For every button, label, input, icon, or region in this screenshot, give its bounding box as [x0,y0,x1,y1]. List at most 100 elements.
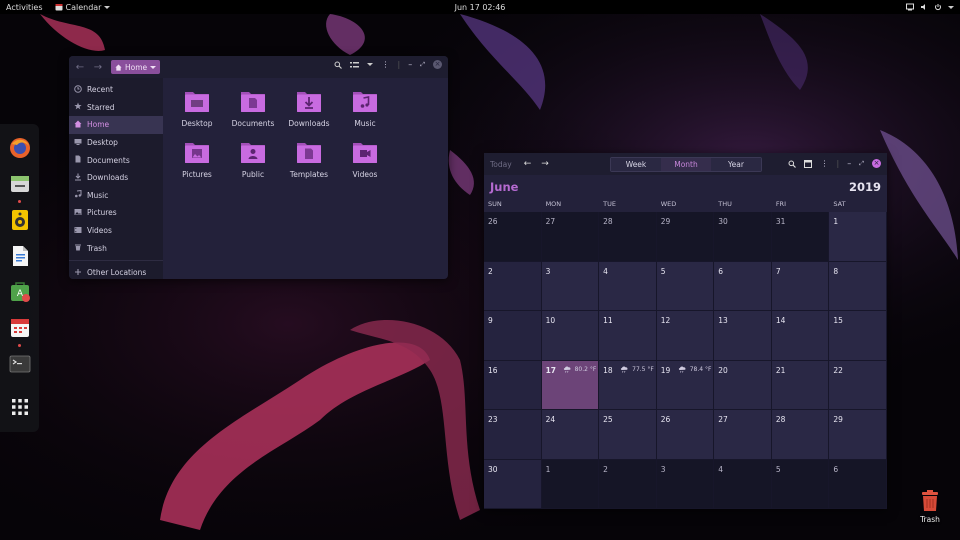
minimize-icon[interactable]: – [408,60,412,69]
previous-button[interactable]: ← [524,159,532,169]
system-tray[interactable] [906,3,954,11]
folder-templates[interactable]: Templates [281,139,337,190]
minimize-icon[interactable]: – [847,159,851,168]
day-cell[interactable]: 1 [829,212,887,262]
day-cell[interactable]: 28 [599,212,657,262]
activities-button[interactable]: Activities [6,3,43,12]
tab-month[interactable]: Month [661,158,711,171]
menu-icon[interactable]: ⋮ [381,60,389,69]
day-cell[interactable]: 6 [714,261,772,311]
dock-calendar[interactable] [5,313,35,347]
day-cell[interactable]: 29 [829,410,887,460]
day-number: 17 [545,365,556,375]
day-cell[interactable]: 2 [484,261,542,311]
calendar-management-icon[interactable] [804,159,813,168]
sidebar-item-pictures[interactable]: Pictures [69,204,163,222]
day-cell[interactable]: 15 [829,311,887,361]
sidebar-item-music[interactable]: Music [69,187,163,205]
day-cell[interactable]: 9 [484,311,542,361]
day-cell[interactable]: 10 [541,311,600,361]
day-cell[interactable]: 27 [541,212,600,262]
sidebar-item-downloads[interactable]: Downloads [69,169,163,187]
folder-pictures[interactable]: Pictures [169,139,225,190]
sidebar-item-home[interactable]: Home [69,116,163,134]
day-cell[interactable]: 28 [771,410,830,460]
forward-button[interactable]: → [93,62,103,73]
day-cell[interactable]: 5 [771,459,830,509]
list-view-icon[interactable] [350,61,360,69]
folder-music[interactable]: Music [337,88,393,139]
day-cell[interactable]: 22 [829,360,887,410]
day-cell[interactable]: 18 77.5 °F [599,360,657,410]
sidebar-item-trash[interactable]: Trash [69,239,163,257]
folder-desktop[interactable]: Desktop [169,88,225,139]
sidebar-item-other-locations[interactable]: Other Locations [69,264,163,279]
dock-show-apps[interactable] [5,392,35,422]
chevron-down-icon [104,5,111,9]
maximize-icon[interactable]: ⤢ [420,61,425,69]
today-button[interactable]: Today [490,160,512,169]
dock-rhythmbox[interactable] [5,205,35,235]
dock-writer[interactable] [5,241,35,271]
search-icon[interactable] [334,61,343,69]
path-bar-home[interactable]: Home [111,60,161,74]
dock-terminal[interactable] [5,349,35,379]
day-cell[interactable]: 2 [599,459,657,509]
day-cell[interactable]: 3 [656,459,715,509]
day-cell[interactable]: 23 [484,410,542,460]
folder-videos[interactable]: Videos [337,139,393,190]
day-cell[interactable]: 7 [771,261,830,311]
dock-firefox[interactable] [5,133,35,163]
sidebar-item-desktop[interactable]: Desktop [69,134,163,152]
day-cell[interactable]: 24 [541,410,600,460]
weekday-header: SUN MON TUE WED THU FRI SAT [484,200,887,212]
close-icon[interactable]: × [872,159,881,168]
day-cell[interactable]: 8 [829,261,887,311]
day-cell[interactable]: 3 [541,261,600,311]
dock-software[interactable]: A [5,277,35,307]
desktop-trash[interactable]: Trash [915,490,945,524]
folder-public[interactable]: Public [225,139,281,190]
sidebar-item-documents[interactable]: Documents [69,151,163,169]
maximize-icon[interactable]: ⤢ [859,160,864,168]
app-menu[interactable]: Calendar [55,3,111,12]
day-cell[interactable]: 4 [714,459,772,509]
day-cell[interactable]: 31 [771,212,830,262]
day-cell[interactable]: 25 [599,410,657,460]
day-cell[interactable]: 21 [771,360,830,410]
back-button[interactable]: ← [75,62,85,73]
day-cell[interactable]: 26 [656,410,715,460]
view-options-icon[interactable] [367,63,374,66]
tab-year[interactable]: Year [711,158,761,171]
day-cell[interactable]: 11 [599,311,657,361]
next-button[interactable]: → [541,159,549,169]
day-cell[interactable]: 29 [656,212,715,262]
day-cell[interactable]: 16 [484,360,542,410]
day-number: 15 [833,316,843,325]
search-icon[interactable] [788,160,797,168]
day-cell[interactable]: 5 [656,261,715,311]
day-cell[interactable]: 12 [656,311,715,361]
sidebar-item-starred[interactable]: Starred [69,99,163,117]
day-cell[interactable]: 14 [771,311,830,361]
day-cell[interactable]: 30 [714,212,772,262]
clock[interactable]: Jun 17 02:46 [455,3,506,12]
menu-icon[interactable]: ⋮ [820,159,828,168]
tab-week[interactable]: Week [611,158,661,171]
day-cell-today[interactable]: 17 80.2 °F [541,360,600,410]
day-cell[interactable]: 1 [541,459,600,509]
day-cell[interactable]: 27 [714,410,772,460]
dock-files[interactable] [5,169,35,203]
day-cell[interactable]: 20 [714,360,772,410]
sidebar-item-recent[interactable]: Recent [69,81,163,99]
day-cell[interactable]: 19 78.4 °F [656,360,715,410]
day-cell[interactable]: 6 [829,459,887,509]
close-icon[interactable]: × [433,60,442,69]
day-cell[interactable]: 26 [484,212,542,262]
day-cell[interactable]: 4 [599,261,657,311]
sidebar-item-videos[interactable]: Videos [69,222,163,240]
day-cell[interactable]: 13 [714,311,772,361]
folder-downloads[interactable]: Downloads [281,88,337,139]
folder-documents[interactable]: Documents [225,88,281,139]
day-cell[interactable]: 30 [484,459,542,509]
